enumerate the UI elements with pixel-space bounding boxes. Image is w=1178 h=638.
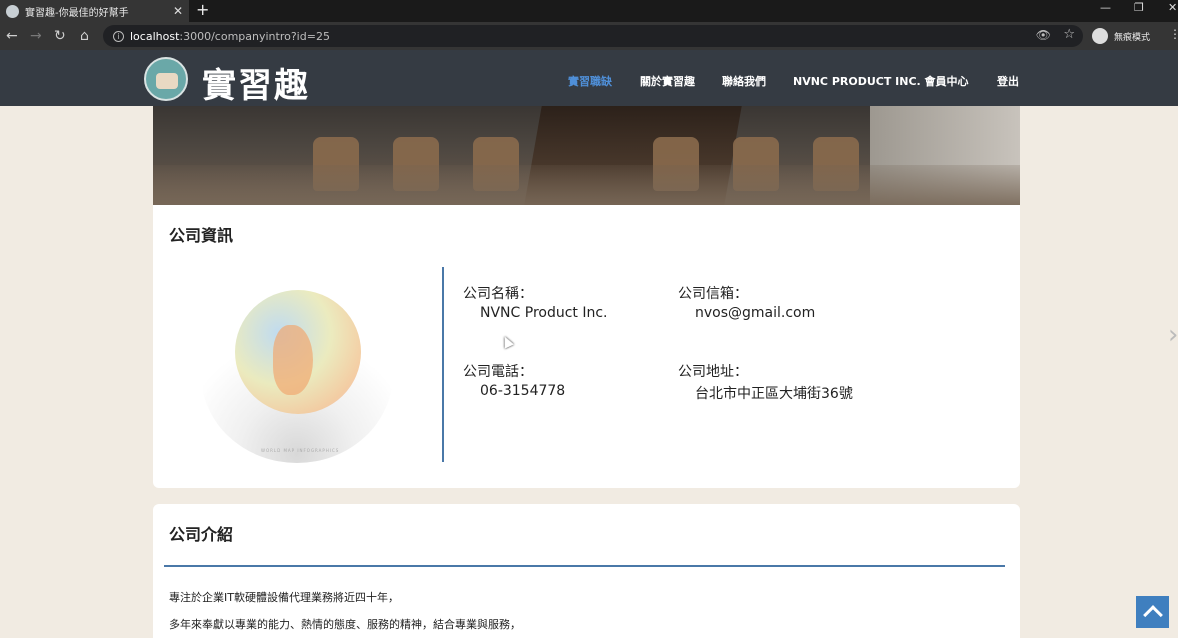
home-icon[interactable]: ⌂ [80,27,89,45]
next-arrow-icon[interactable]: › [1168,320,1178,350]
office-banner-image [153,106,1020,205]
reload-icon[interactable]: ↻ [54,27,66,45]
browser-toolbar: ← → ↻ ⌂ i localhost :3000/companyintro?i… [0,22,1178,50]
company-intro-card: 公司介紹 專注於企業IT軟硬體設備代理業務將近四十年， 多年來奉獻以專業的能力、… [153,504,1020,638]
company-phone-label: 公司電話： [463,364,533,380]
browser-tab[interactable]: 實習趣-你最佳的好幫手 ✕ [0,0,189,22]
site-logo-text[interactable]: 實習趣 [202,58,310,107]
site-favicon-icon [6,4,19,18]
info-divider [442,267,444,462]
close-tab-icon[interactable]: ✕ [173,4,183,18]
incognito-label: 無痕模式 [1114,32,1151,43]
company-name-value: NVNC Product Inc. [480,305,608,321]
intro-divider [164,565,1005,567]
back-to-top-button[interactable] [1136,596,1169,628]
site-info-icon[interactable]: i [113,30,124,42]
company-info-title: 公司資訊 [169,226,234,245]
company-info-card: 公司資訊 WORLD MAP INFOGRAPHICS 公司名稱： NVNC P… [153,205,1020,488]
intro-paragraph-line: 多年來奉獻以專業的能力、熱情的態度、服務的精神，結合專業與服務， [169,618,521,631]
restore-icon[interactable]: ❐ [1134,0,1144,18]
company-phone-value: 06-3154778 [480,383,566,399]
minimize-icon[interactable]: — [1100,0,1111,18]
company-logo-globe: WORLD MAP INFOGRAPHICS [201,285,393,463]
browser-tab-bar: 實習趣-你最佳的好幫手 ✕ + — ❐ ✕ [0,0,1178,22]
bookmark-star-icon[interactable]: ☆ [1063,27,1075,42]
company-email-label: 公司信箱： [678,286,748,302]
company-intro-title: 公司介紹 [169,525,234,544]
company-address-label: 公司地址： [678,364,748,380]
incognito-profile-button[interactable]: 無痕模式 [1092,26,1150,46]
back-arrow-icon[interactable]: ← [6,27,18,45]
globe-continent [273,325,313,395]
chevron-up-icon [1142,605,1163,625]
incognito-icon [1092,28,1108,44]
site-logo-icon[interactable] [144,57,188,101]
nav-internships[interactable]: 實習職缺 [568,73,612,89]
company-name-label: 公司名稱： [463,286,533,302]
globe-caption: WORLD MAP INFOGRAPHICS [261,448,340,453]
address-bar[interactable]: i localhost :3000/companyintro?id=25 👁 ☆ [103,25,1083,47]
new-tab-icon[interactable]: + [196,0,209,22]
nav-about[interactable]: 關於實習趣 [640,73,695,89]
company-address-value: 台北市中正區大埔街36號 [695,386,853,402]
tracking-blocked-icon[interactable]: 👁 [1036,28,1051,42]
nav-member-center[interactable]: NVNC PRODUCT INC. 會員中心 [793,73,969,89]
forward-arrow-icon[interactable]: → [30,27,42,45]
company-email-value: nvos@gmail.com [695,305,816,321]
nav-logout[interactable]: 登出 [997,73,1019,89]
browser-menu-icon[interactable]: ⋮ [1169,27,1178,41]
intro-paragraph-line: 專注於企業IT軟硬體設備代理業務將近四十年， [169,591,399,604]
tab-title: 實習趣-你最佳的好幫手 [25,7,129,19]
nav-contact[interactable]: 聯絡我們 [722,73,766,89]
url-path: :3000/companyintro?id=25 [179,29,330,43]
banner-floor [153,165,1020,205]
url-host: localhost [130,29,180,43]
window-close-icon[interactable]: ✕ [1168,0,1177,18]
